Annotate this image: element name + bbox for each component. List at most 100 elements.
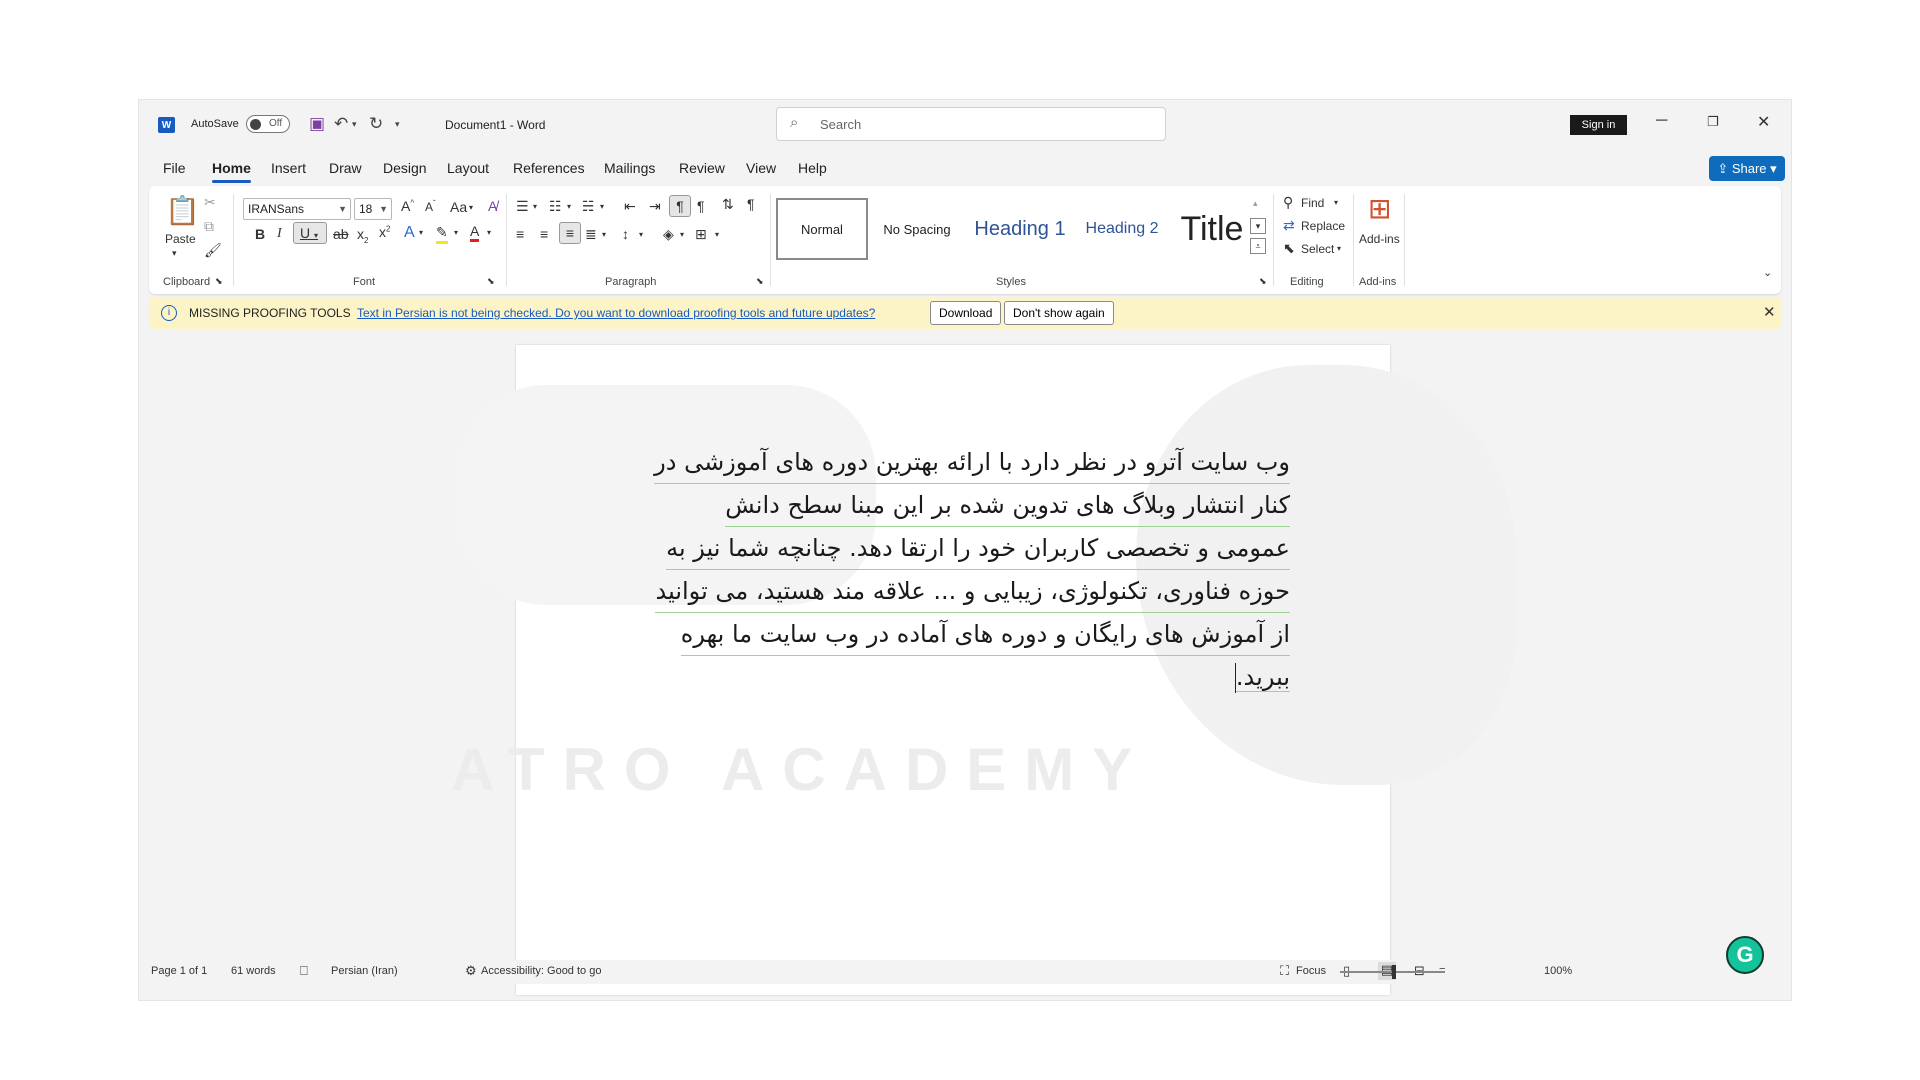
tab-mailings[interactable]: Mailings (604, 160, 655, 176)
decrease-indent-icon[interactable]: ⇤ (624, 198, 636, 215)
word-count[interactable]: 61 words (231, 965, 276, 977)
accessibility-status[interactable]: Accessibility: Good to go (481, 965, 601, 977)
highlight-icon[interactable]: ✎ (436, 224, 448, 244)
text-effects-icon[interactable]: A (404, 224, 415, 242)
paste-label[interactable]: Paste (165, 232, 196, 246)
grammarly-icon[interactable]: G (1726, 936, 1764, 974)
tab-view[interactable]: View (746, 160, 776, 176)
dont-show-again-button[interactable]: Don't show again (1004, 301, 1114, 325)
bold-icon[interactable]: B (255, 226, 265, 242)
tab-review[interactable]: Review (679, 160, 725, 176)
accessibility-icon[interactable]: ⚙ (465, 963, 477, 979)
tab-layout[interactable]: Layout (447, 160, 489, 176)
download-button[interactable]: Download (930, 301, 1002, 325)
line-spacing-icon[interactable]: ↕ (622, 226, 629, 242)
font-name-select[interactable]: IRANSans ▼ (243, 198, 351, 220)
style-heading-1[interactable]: Heading 1 (967, 198, 1073, 260)
styles-launcher-icon[interactable]: ⬊ (1259, 276, 1267, 287)
clear-formatting-icon[interactable]: A̸ (488, 198, 497, 214)
document-page[interactable]: ATRO ACADEMY وب سایت آترو در نظر دارد با… (451, 345, 1516, 995)
collapse-ribbon-icon[interactable]: ⌄ (1763, 266, 1772, 279)
language-status[interactable]: Persian (Iran) (331, 965, 398, 977)
align-left-icon[interactable]: ≡ (516, 226, 524, 242)
format-painter-icon[interactable]: 🖌 (204, 242, 222, 259)
tab-help[interactable]: Help (798, 160, 827, 176)
strikethrough-icon[interactable]: ab (333, 226, 349, 242)
styles-scroll-down-icon[interactable]: ▾ (1250, 218, 1266, 234)
style-no-spacing[interactable]: No Spacing (871, 198, 963, 260)
focus-button[interactable]: Focus (1296, 965, 1326, 977)
change-case-icon[interactable]: Aa (450, 199, 467, 215)
zoom-out-icon[interactable]: − (1439, 963, 1445, 975)
sign-in-button[interactable]: Sign in (1570, 115, 1627, 135)
subscript-icon[interactable]: x2 (357, 226, 368, 245)
redo-icon[interactable]: ↻ (369, 114, 383, 134)
zoom-slider-thumb[interactable] (1392, 965, 1396, 979)
tab-references[interactable]: References (513, 160, 585, 176)
focus-icon[interactable]: ⛶ (1280, 963, 1289, 979)
paste-icon[interactable]: 📋 (165, 194, 200, 227)
tab-draw[interactable]: Draw (329, 160, 362, 176)
save-icon[interactable]: ▣ (309, 114, 325, 134)
tab-home[interactable]: Home (212, 160, 251, 183)
tab-design[interactable]: Design (383, 160, 427, 176)
italic-icon[interactable]: I (277, 226, 282, 242)
paragraph-launcher-icon[interactable]: ⬊ (756, 276, 764, 287)
sort-icon[interactable]: ⇅ (722, 196, 734, 213)
justify-dropdown-icon[interactable]: ▾ (602, 230, 606, 239)
notice-message-link[interactable]: Text in Persian is not being checked. Do… (357, 306, 875, 320)
shading-icon[interactable]: ◈ (663, 226, 674, 243)
multilevel-dropdown-icon[interactable]: ▾ (600, 202, 604, 211)
tab-file[interactable]: File (163, 160, 186, 176)
styles-scroll-up-icon[interactable]: ▴ (1253, 198, 1258, 209)
clipboard-launcher-icon[interactable]: ⬊ (215, 276, 223, 287)
style-normal[interactable]: Normal (776, 198, 868, 260)
copy-icon[interactable]: ⧉ (204, 218, 214, 235)
find-button[interactable]: Find (1301, 196, 1324, 210)
select-icon[interactable]: ⬉ (1283, 240, 1295, 257)
replace-button[interactable]: Replace (1301, 219, 1345, 233)
bullets-icon[interactable]: ☰ (516, 198, 529, 215)
font-color-icon[interactable]: A (470, 223, 480, 242)
document-body[interactable]: وب سایت آترو در نظر دارد با ارائه بهترین… (636, 441, 1290, 700)
numbering-dropdown-icon[interactable]: ▾ (567, 202, 571, 211)
close-icon[interactable]: ✕ (1763, 303, 1776, 321)
replace-icon[interactable]: ⇄ (1283, 217, 1295, 234)
minimize-icon[interactable]: ─ (1656, 112, 1667, 130)
autosave-toggle[interactable]: Off (246, 115, 290, 133)
superscript-icon[interactable]: x2 (379, 224, 390, 240)
add-ins-button[interactable]: Add-ins (1359, 232, 1400, 246)
font-color-dropdown-icon[interactable]: ▾ (487, 228, 491, 237)
zoom-level[interactable]: 100% (1544, 965, 1572, 977)
add-ins-icon[interactable]: ⊞ (1368, 192, 1391, 225)
show-marks-icon[interactable]: ¶ (747, 196, 755, 212)
style-heading-2[interactable]: Heading 2 (1077, 198, 1167, 260)
align-right-icon[interactable]: ≡ (559, 222, 581, 244)
font-size-select[interactable]: 18 ▼ (354, 198, 392, 220)
undo-icon[interactable]: ↶ (334, 114, 348, 134)
grow-font-icon[interactable]: A^ (401, 198, 414, 214)
multilevel-list-icon[interactable]: ☵ (582, 198, 595, 215)
align-center-icon[interactable]: ≡ (540, 226, 548, 242)
increase-indent-icon[interactable]: ⇥ (649, 198, 661, 215)
shading-dropdown-icon[interactable]: ▾ (680, 230, 684, 239)
text-effects-dropdown-icon[interactable]: ▾ (419, 228, 423, 237)
numbering-icon[interactable]: ☷ (549, 198, 562, 215)
justify-icon[interactable]: ≣ (585, 226, 597, 243)
bullets-dropdown-icon[interactable]: ▾ (533, 202, 537, 211)
ltr-direction-icon[interactable]: ¶ (669, 195, 691, 217)
line-spacing-dropdown-icon[interactable]: ▾ (639, 230, 643, 239)
cut-icon[interactable]: ✂ (204, 194, 216, 211)
change-case-dropdown-icon[interactable]: ▾ (469, 203, 473, 212)
highlight-dropdown-icon[interactable]: ▾ (454, 228, 458, 237)
close-icon[interactable]: ✕ (1757, 112, 1770, 132)
search-box[interactable]: ⌕ Search (776, 107, 1166, 141)
paste-dropdown-icon[interactable]: ▾ (172, 248, 177, 259)
select-button[interactable]: Select (1301, 242, 1334, 256)
tab-insert[interactable]: Insert (271, 160, 306, 176)
font-launcher-icon[interactable]: ⬊ (487, 276, 495, 287)
undo-dropdown-icon[interactable]: ▾ (352, 119, 357, 130)
customize-toolbar-icon[interactable]: ▾ (395, 119, 400, 130)
restore-icon[interactable]: ❐ (1707, 114, 1719, 130)
find-icon[interactable]: ⚲ (1283, 194, 1293, 211)
